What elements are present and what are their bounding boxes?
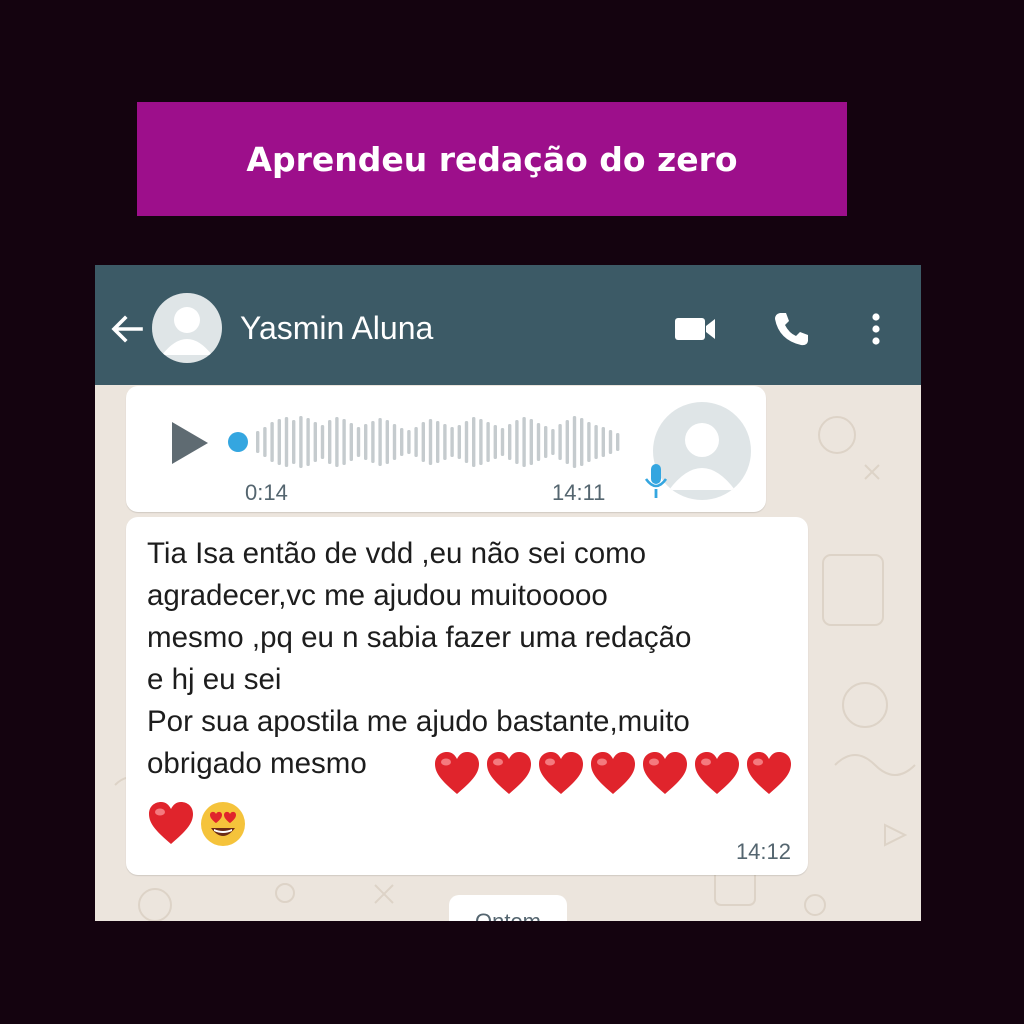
waveform-bar	[529, 419, 533, 465]
message-text: Tia Isa então de vdd ,eu não sei como ag…	[147, 537, 692, 780]
waveform-bar	[342, 419, 346, 465]
date-separator: Ontem	[449, 895, 567, 921]
microphone-icon	[644, 464, 668, 498]
chat-header: Yasmin Aluna	[95, 265, 921, 385]
waveform-bar	[328, 420, 332, 464]
waveform-bar	[421, 422, 425, 462]
headline-banner: Aprendeu redação do zero	[137, 102, 847, 216]
heart-eyes-emoji-icon	[201, 802, 245, 846]
waveform-bar	[464, 421, 469, 463]
play-icon[interactable]	[168, 418, 212, 468]
waveform-bar	[335, 417, 339, 467]
waveform-bar	[313, 422, 317, 462]
waveform-bar	[378, 418, 382, 466]
headline-text: Aprendeu redação do zero	[246, 139, 738, 179]
waveform-bar	[450, 427, 454, 457]
waveform-bar	[544, 426, 548, 458]
contact-avatar[interactable]	[152, 293, 222, 363]
waveform-bar	[508, 424, 512, 460]
voice-timestamp: 14:11	[552, 480, 606, 505]
message-timestamp: 14:12	[735, 839, 791, 864]
waveform-bar	[580, 418, 584, 466]
heart-emoji-icon	[435, 752, 479, 794]
waveform-bar	[601, 427, 605, 457]
waveform-bar	[270, 422, 274, 462]
waveform-bar	[320, 425, 325, 459]
waveform-bar	[306, 418, 310, 466]
waveform-bar	[536, 423, 541, 461]
waveform-bar	[414, 427, 418, 457]
waveform-bar	[472, 417, 476, 467]
waveform-bar	[400, 428, 404, 456]
chat-screenshot: Yasmin Aluna 0:14 14:11 Tia Isa então de…	[95, 265, 921, 921]
waveform-bar	[385, 420, 389, 464]
waveform-bar	[299, 416, 303, 468]
waveform-bar	[616, 433, 620, 451]
waveform-bar	[572, 416, 577, 468]
waveform-bar	[493, 425, 497, 459]
heart-emoji-icon	[747, 752, 791, 794]
heart-emoji-icon	[149, 802, 193, 844]
waveform-bar	[522, 417, 526, 467]
waveform-bar	[407, 430, 411, 454]
contact-name[interactable]: Yasmin Aluna	[240, 308, 433, 348]
heart-emoji-icon	[695, 752, 739, 794]
waveform-bar	[551, 429, 555, 455]
waveform-bar	[371, 421, 375, 463]
waveform-bar	[284, 417, 289, 467]
playback-position-dot	[228, 432, 248, 452]
waveform-bar	[500, 428, 505, 456]
heart-emoji-icon	[487, 752, 531, 794]
waveform-bar	[443, 424, 447, 460]
phone-call-icon[interactable]	[771, 309, 811, 349]
waveform-bar	[364, 424, 368, 460]
waveform-bar	[256, 431, 260, 453]
waveform-bar	[263, 427, 267, 457]
voice-message-bubble: 0:14 14:11	[126, 386, 766, 512]
waveform-bar	[292, 420, 296, 464]
waveform-bar	[349, 423, 353, 461]
heart-emoji-icon	[643, 752, 687, 794]
waveform-bar	[457, 425, 461, 459]
audio-waveform[interactable]	[226, 408, 656, 476]
waveform-bar	[356, 427, 361, 457]
waveform-bar	[558, 424, 562, 460]
waveform-bar	[608, 430, 613, 454]
waveform-bar	[428, 419, 433, 465]
waveform-bar	[392, 424, 397, 460]
waveform-bar	[587, 422, 591, 462]
waveform-bar	[594, 425, 598, 459]
waveform-bar	[486, 422, 490, 462]
waveform-bar	[479, 419, 483, 465]
text-message-bubble: Tia Isa então de vdd ,eu não sei como ag…	[126, 517, 808, 875]
heart-emoji-icon	[591, 752, 635, 794]
heart-emoji-icon	[539, 752, 583, 794]
default-avatar-icon	[162, 307, 212, 355]
back-arrow-icon[interactable]	[107, 309, 147, 349]
video-call-icon[interactable]	[673, 314, 717, 344]
hearts-row	[147, 800, 247, 848]
waveform-bar	[515, 420, 519, 464]
more-vertical-icon[interactable]	[863, 309, 889, 349]
hearts-row	[433, 750, 793, 796]
waveform-bar	[436, 421, 440, 463]
voice-duration: 0:14	[245, 480, 288, 505]
waveform-bar	[565, 420, 569, 464]
waveform-bar	[277, 419, 281, 465]
